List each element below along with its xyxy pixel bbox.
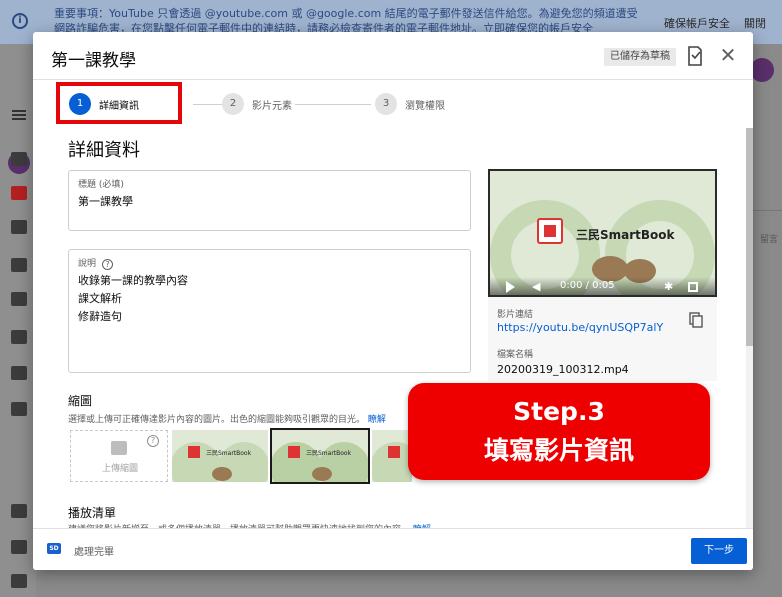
account-avatar[interactable] [750, 58, 774, 82]
classic-studio-icon[interactable] [11, 574, 27, 588]
video-link[interactable]: https://youtu.be/qynUSQP7alY [497, 321, 663, 334]
bg-column-label: 留言 [760, 235, 779, 245]
step-highlight-box [56, 82, 182, 124]
callout-instruction: 填寫影片資訊 [483, 436, 634, 465]
help-icon[interactable]: ? [102, 259, 114, 270]
audio-library-icon[interactable] [11, 402, 27, 416]
step-video-elements[interactable]: 2 影片元素 [222, 92, 292, 116]
analytics-icon[interactable] [11, 258, 27, 272]
dialog-footer: SD 處理完畢 下一步 [33, 528, 753, 570]
comments-icon[interactable] [11, 292, 27, 306]
playlists-icon[interactable] [11, 220, 27, 234]
bg-divider [752, 210, 782, 211]
dialog-scrollbar[interactable] [746, 128, 753, 528]
secure-account-link[interactable]: 確保帳戶安全 [664, 15, 730, 31]
volume-icon[interactable]: ◀ [532, 281, 544, 293]
video-time: 0:00 / 0:05 [560, 280, 615, 291]
play-icon[interactable] [506, 281, 515, 293]
step-number: 3 [375, 93, 397, 115]
description-label-text: 說明 [78, 259, 97, 269]
video-controls: ◀ 0:00 / 0:05 ✱ [490, 277, 715, 295]
dialog-title: 第一課教學 [51, 51, 136, 71]
description-field-label: 說明? [78, 256, 114, 270]
title-field[interactable]: 標題 (必填) 第一課教學 [68, 170, 471, 231]
title-input[interactable]: 第一課教學 [78, 193, 133, 211]
video-link-label: 影片連結 [497, 310, 534, 320]
sd-quality-icon: SD [47, 543, 61, 554]
copy-icon[interactable] [689, 312, 703, 328]
hamburger-menu-icon[interactable] [12, 110, 26, 120]
feedback-icon[interactable] [11, 540, 27, 554]
thumbnail-option[interactable] [372, 430, 412, 482]
next-button[interactable]: 下一步 [691, 538, 747, 564]
thumbnail-brand-text: 三民SmartBook [206, 450, 252, 457]
thumbnail-option[interactable]: 三民SmartBook [172, 430, 268, 482]
description-field[interactable]: 說明? 收錄第一課的教學內容 課文解析 修辭造句 [68, 249, 471, 373]
step-connector [295, 104, 371, 105]
subtitles-icon[interactable] [11, 330, 27, 344]
upload-thumbnail-button[interactable]: ? 上傳縮圖 [70, 430, 168, 482]
learn-more-link[interactable]: 瞭解 [368, 415, 386, 425]
content-icon[interactable] [11, 186, 27, 200]
section-title: 詳細資料 [68, 140, 140, 161]
step-label: 影片元素 [252, 100, 292, 112]
fullscreen-icon[interactable] [688, 282, 698, 292]
scrollbar-thumb[interactable] [746, 128, 753, 346]
upload-dialog: 第一課教學 已儲存為草稿 ✕ 1 詳細資訊 2 影片元素 3 瀏覽權限 詳細資料… [33, 32, 753, 570]
add-image-icon [111, 441, 127, 455]
settings-icon[interactable] [11, 504, 27, 518]
settings-gear-icon[interactable]: ✱ [664, 280, 673, 293]
thumbnail-description-text: 選擇或上傳可正確傳達影片內容的圖片。出色的縮圖能夠吸引觀眾的目光。 [68, 415, 366, 425]
dismiss-link[interactable]: 關閉 [744, 15, 766, 31]
close-icon[interactable]: ✕ [717, 45, 739, 67]
thumbnail-title: 縮圖 [68, 394, 93, 408]
video-player[interactable]: 三民SmartBook ◀ 0:00 / 0:05 ✱ [488, 169, 717, 297]
help-icon[interactable]: ? [147, 435, 159, 447]
playlist-title: 播放清單 [68, 506, 117, 520]
thumbnail-description: 選擇或上傳可正確傳達影片內容的圖片。出色的縮圖能夠吸引觀眾的目光。 瞭解 [68, 412, 386, 425]
processing-status: 處理完畢 [74, 547, 114, 558]
upload-stepper: 1 詳細資訊 2 影片元素 3 瀏覽權限 [33, 80, 753, 128]
title-field-label: 標題 (必填) [78, 180, 124, 190]
dialog-header: 第一課教學 已儲存為草稿 ✕ [33, 32, 753, 80]
description-input[interactable]: 收錄第一課的教學內容 課文解析 修辭造句 [78, 272, 188, 326]
step-number: 2 [222, 93, 244, 115]
filename-label: 檔案名稱 [497, 350, 534, 360]
report-issue-icon[interactable] [686, 46, 704, 66]
step-visibility[interactable]: 3 瀏覽權限 [375, 92, 445, 116]
upload-thumbnail-label: 上傳縮圖 [101, 464, 138, 474]
saved-draft-badge: 已儲存為草稿 [604, 48, 676, 66]
thumbnail-art [372, 442, 412, 482]
left-rail [0, 44, 36, 597]
video-preview-card: 三民SmartBook ◀ 0:00 / 0:05 ✱ 影片連結 https:/… [488, 169, 717, 381]
thumbnail-option-selected[interactable]: 三民SmartBook [270, 428, 370, 484]
thumbnail-brand-text: 三民SmartBook [306, 450, 352, 457]
step-label: 瀏覽權限 [405, 100, 445, 112]
info-icon: i [12, 13, 28, 29]
dashboard-icon[interactable] [11, 152, 27, 166]
video-filename: 20200319_100312.mp4 [497, 363, 629, 376]
monetization-icon[interactable] [11, 366, 27, 380]
callout-step-label: Step.3 [513, 397, 605, 426]
step-callout: Step.3 填寫影片資訊 [408, 383, 710, 480]
video-brand-text: 三民SmartBook [576, 228, 675, 242]
